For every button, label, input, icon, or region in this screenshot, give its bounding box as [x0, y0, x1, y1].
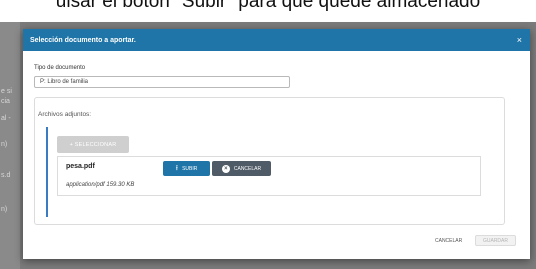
dialog-title: Selección documento a aportar. — [30, 36, 136, 44]
upload-button-label: SUBIR — [182, 165, 198, 172]
document-selection-dialog: Selección documento a aportar. × Tipo de… — [23, 29, 530, 259]
cancel-icon: × — [221, 164, 230, 173]
upload-button[interactable]: ⭱ SUBIR — [163, 161, 210, 176]
attachments-label: Archivos adjuntos: — [38, 111, 92, 118]
upload-icon: ⭱ — [175, 165, 179, 172]
file-name: pesa.pdf — [66, 163, 95, 170]
footer-save-button[interactable]: GUARDAR — [475, 235, 516, 246]
background-text-fragment: n) — [1, 206, 8, 213]
background-text-fragment: e si — [1, 88, 12, 95]
footer-cancel-button[interactable]: CANCELAR — [435, 238, 462, 244]
document-type-select[interactable]: P: Libro de familia — [34, 76, 290, 88]
background-text-fragment: cia — [1, 98, 10, 105]
document-type-label: Tipo de documento — [34, 65, 86, 71]
close-icon[interactable]: × — [517, 35, 522, 45]
select-file-button[interactable]: + SELECCIONAR — [57, 136, 129, 153]
instruction-caption: ulsar el botón "Subir" para que quede al… — [55, 0, 481, 12]
dialog-header: Selección documento a aportar. × — [23, 29, 530, 51]
file-meta: application/pdf 159.30 KB — [66, 182, 135, 188]
cancel-upload-button[interactable]: × CANCELAR — [212, 161, 271, 176]
background-text-fragment: n) — [1, 141, 8, 148]
background-text-fragment: s.d — [1, 172, 11, 179]
background-text-fragment: al - — [1, 115, 11, 122]
cancel-upload-label: CANCELAR — [233, 165, 262, 172]
background-sidebar: e si cia al - n) s.d n) — [0, 22, 20, 269]
